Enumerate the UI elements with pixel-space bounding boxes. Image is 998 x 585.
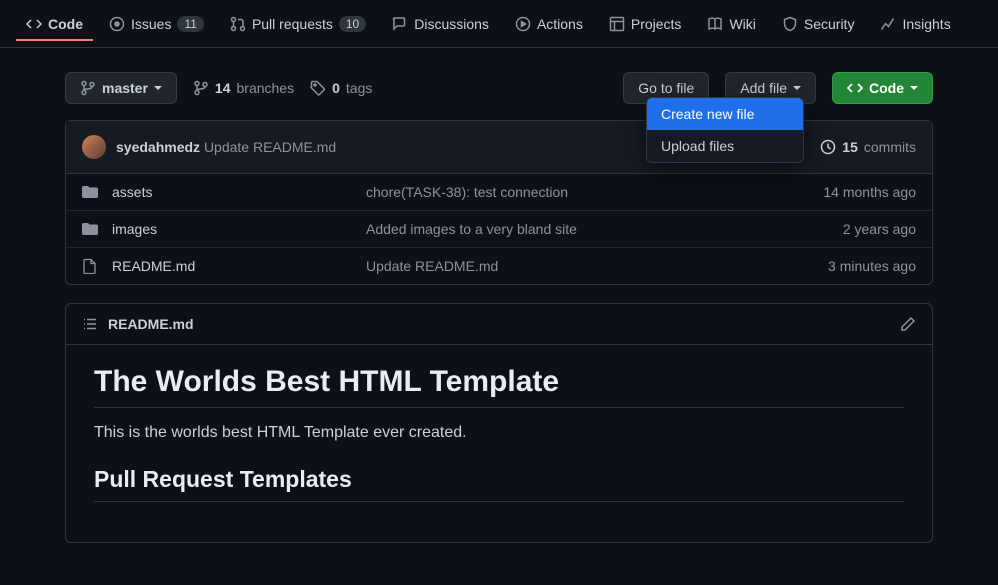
tag-icon [310, 80, 326, 96]
tab-wiki[interactable]: Wiki [697, 8, 765, 40]
file-name[interactable]: README.md [112, 258, 352, 274]
tab-discussions[interactable]: Discussions [382, 8, 499, 40]
dropdown-item-label: Upload files [661, 138, 734, 154]
commits-count: 15 [842, 139, 858, 155]
file-commit-msg[interactable]: Added images to a very bland site [366, 221, 829, 237]
issues-count: 11 [177, 16, 203, 32]
repo-nav: Code Issues 11 Pull requests 10 Discussi… [0, 0, 998, 48]
tab-issues[interactable]: Issues 11 [99, 8, 214, 40]
file-icon [82, 258, 98, 274]
issue-icon [109, 16, 125, 32]
commit-summary: syedahmedz Update README.md [116, 139, 336, 155]
tags-count: 0 [332, 80, 340, 96]
file-commit-msg[interactable]: Update README.md [366, 258, 814, 274]
actions-icon [515, 16, 531, 32]
code-icon [847, 80, 863, 96]
wiki-icon [707, 16, 723, 32]
tab-label: Issues [131, 16, 171, 32]
commits-label: commits [864, 139, 916, 155]
pencil-icon[interactable] [900, 316, 916, 332]
button-label: Go to file [638, 80, 694, 96]
tab-projects[interactable]: Projects [599, 8, 692, 40]
tab-label: Wiki [729, 16, 755, 32]
file-time: 14 months ago [823, 184, 916, 200]
file-time: 2 years ago [843, 221, 916, 237]
tab-label: Projects [631, 16, 682, 32]
chevron-down-icon [910, 86, 918, 90]
file-time: 3 minutes ago [828, 258, 916, 274]
chevron-down-icon [793, 86, 801, 90]
tags-label: tags [346, 80, 372, 96]
file-row[interactable]: images Added images to a very bland site 2… [66, 211, 932, 248]
list-icon [82, 316, 98, 332]
commit-author[interactable]: syedahmedz [116, 139, 200, 155]
tab-label: Security [804, 16, 855, 32]
tab-label: Insights [902, 16, 950, 32]
tab-code[interactable]: Code [16, 8, 93, 40]
folder-icon [82, 221, 98, 237]
history-icon [820, 139, 836, 155]
insights-icon [880, 16, 896, 32]
file-row[interactable]: assets chore(TASK-38): test connection 14 … [66, 174, 932, 211]
projects-icon [609, 16, 625, 32]
file-listing: syedahmedz Update README.md 15 commits C… [65, 120, 933, 285]
branches-label: branches [237, 80, 295, 96]
code-icon [26, 16, 42, 32]
tags-link[interactable]: 0 tags [310, 80, 372, 96]
readme-h2: Pull Request Templates [94, 466, 904, 502]
file-row[interactable]: README.md Update README.md 3 minutes ago [66, 248, 932, 284]
tab-actions[interactable]: Actions [505, 8, 593, 40]
readme-paragraph: This is the worlds best HTML Template ev… [94, 424, 904, 442]
branch-select-button[interactable]: master [65, 72, 177, 104]
readme-box: README.md The Worlds Best HTML Template … [65, 303, 933, 543]
file-commit-msg[interactable]: chore(TASK-38): test connection [366, 184, 809, 200]
commits-link[interactable]: 15 commits [820, 139, 916, 155]
tab-label: Pull requests [252, 16, 333, 32]
pulls-count: 10 [339, 16, 366, 32]
branch-icon [80, 80, 96, 96]
tab-pulls[interactable]: Pull requests 10 [220, 8, 376, 40]
tab-label: Actions [537, 16, 583, 32]
branch-name: master [102, 80, 148, 96]
commit-message[interactable]: Update README.md [204, 139, 336, 155]
chevron-down-icon [154, 86, 162, 90]
folder-icon [82, 184, 98, 200]
code-download-button[interactable]: Code [832, 72, 933, 104]
readme-header: README.md [66, 304, 932, 345]
button-label: Code [869, 80, 904, 96]
readme-filename[interactable]: README.md [108, 316, 194, 332]
branch-icon [193, 80, 209, 96]
branches-link[interactable]: 14 branches [193, 80, 294, 96]
dropdown-upload-files[interactable]: Upload files [647, 130, 803, 162]
discussions-icon [392, 16, 408, 32]
readme-content: The Worlds Best HTML Template This is th… [66, 345, 932, 542]
avatar[interactable] [82, 135, 106, 159]
add-file-dropdown: Create new file Upload files [646, 97, 804, 163]
tab-security[interactable]: Security [772, 8, 865, 40]
branches-count: 14 [215, 80, 231, 96]
tab-label: Code [48, 16, 83, 32]
file-name[interactable]: assets [112, 184, 352, 200]
dropdown-item-label: Create new file [661, 106, 754, 122]
latest-commit-bar: syedahmedz Update README.md 15 commits C… [66, 121, 932, 174]
readme-h1: The Worlds Best HTML Template [94, 365, 904, 408]
tab-insights[interactable]: Insights [870, 8, 960, 40]
file-name[interactable]: images [112, 221, 352, 237]
pull-request-icon [230, 16, 246, 32]
shield-icon [782, 16, 798, 32]
main-content: master 14 branches 0 tags Go to file Add… [49, 48, 949, 567]
dropdown-create-new-file[interactable]: Create new file [647, 98, 803, 130]
button-label: Add file [740, 80, 787, 96]
tab-label: Discussions [414, 16, 489, 32]
